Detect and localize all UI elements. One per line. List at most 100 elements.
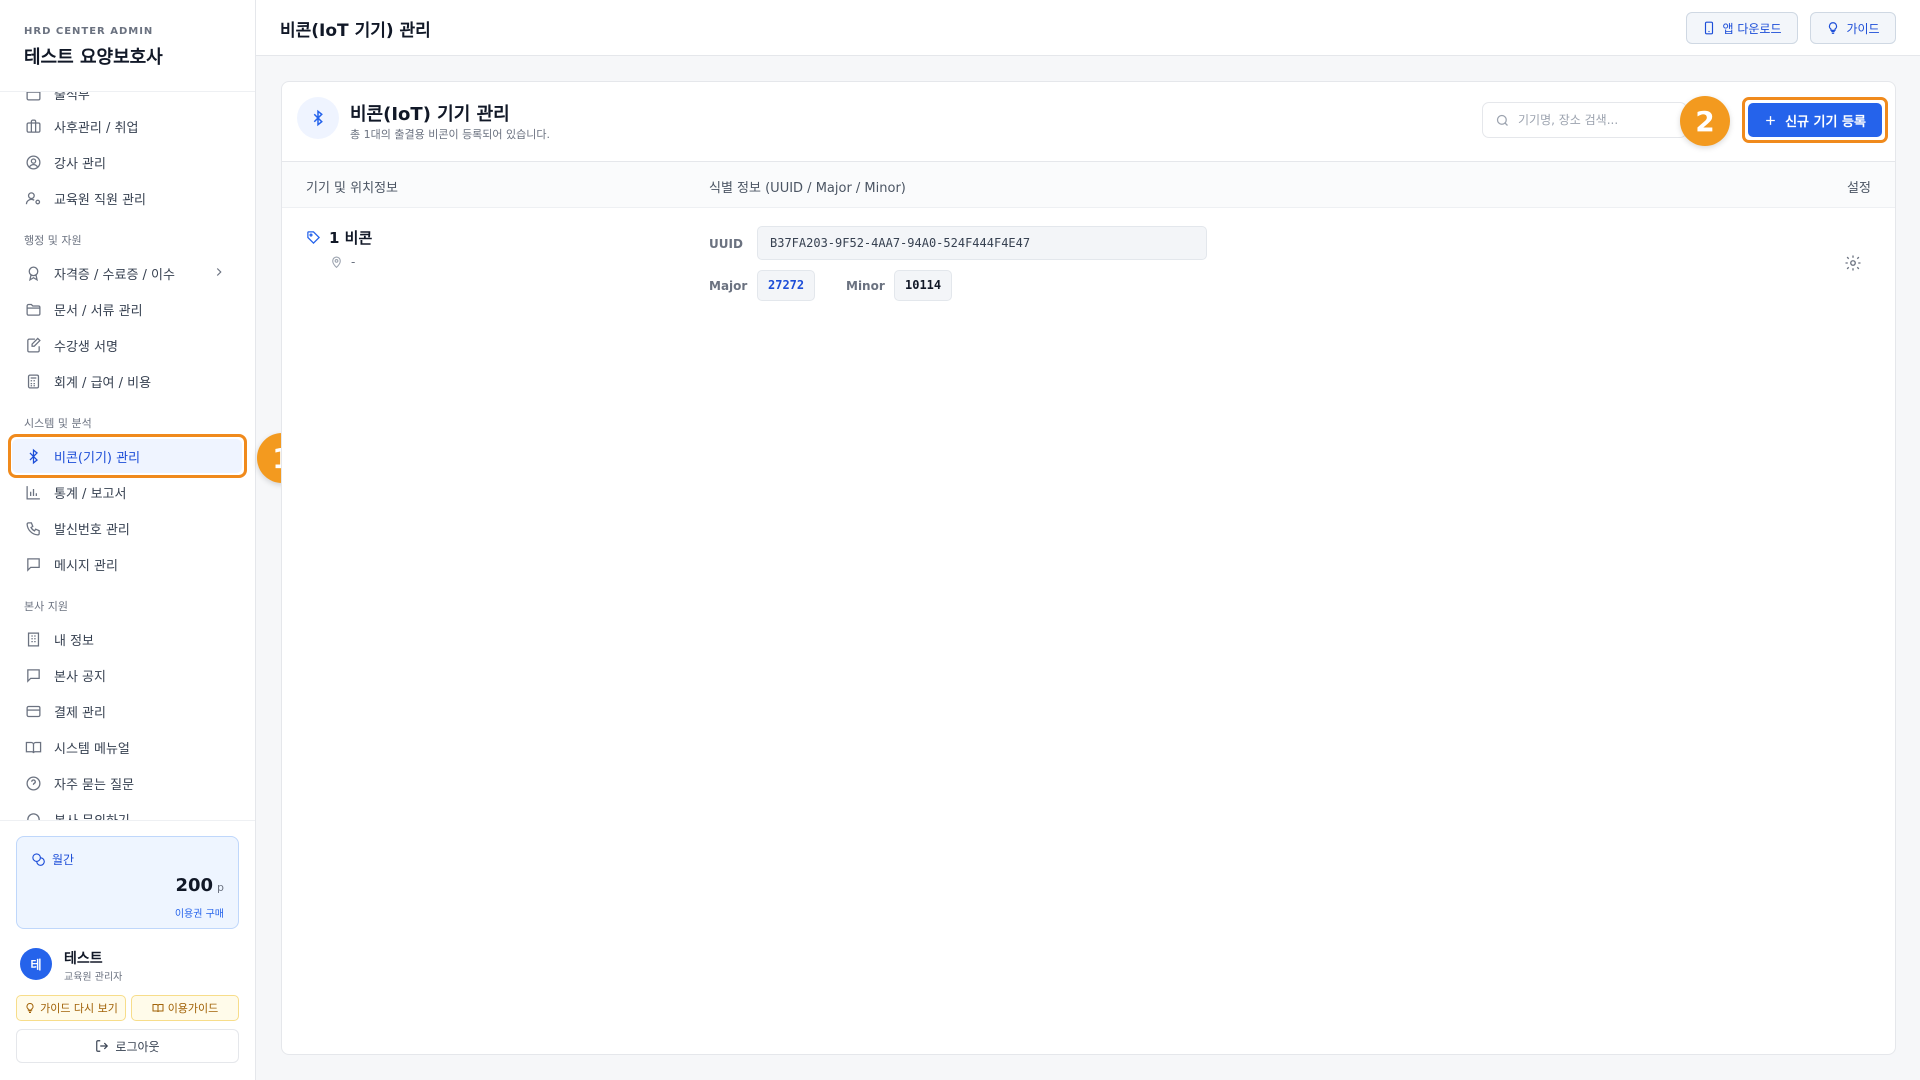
app-download-label: 앱 다운로드 bbox=[1722, 21, 1782, 36]
sidebar-item-statistics[interactable]: 통계 / 보고서 bbox=[12, 475, 242, 509]
sidebar-divider bbox=[0, 820, 255, 821]
sidebar-item-manual[interactable]: 시스템 메뉴얼 bbox=[12, 730, 242, 764]
sidebar: HRD CENTER ADMIN 테스트 요양보호사 출석부 사후관리 / 취업… bbox=[0, 0, 256, 1080]
plan-card: 월간 200 p 이용권 구매 bbox=[16, 836, 239, 929]
user-name: 테스트 bbox=[64, 951, 103, 967]
user-role: 교육원 관리자 bbox=[64, 972, 123, 983]
minor-label: Minor bbox=[846, 279, 885, 293]
logout-icon bbox=[96, 1040, 109, 1052]
user-cog-icon bbox=[24, 189, 42, 207]
beacon-card: 비콘(IoT) 기기 관리 총 1대의 출결용 비콘이 등록되어 있습니다. 신… bbox=[281, 81, 1896, 1055]
major-value: 27272 bbox=[757, 270, 816, 301]
calendar-icon bbox=[24, 92, 42, 102]
tag-icon bbox=[307, 231, 321, 245]
gear-icon[interactable] bbox=[1844, 254, 1862, 272]
major-label: Major bbox=[709, 279, 748, 293]
usage-guide-button[interactable]: 이용가이드 bbox=[131, 995, 239, 1021]
sidebar-item-staff[interactable]: 교육원 직원 관리 bbox=[12, 181, 242, 215]
buy-pass-link[interactable]: 이용권 구매 bbox=[175, 905, 224, 920]
sidebar-item-messages[interactable]: 메시지 관리 bbox=[12, 547, 242, 581]
sidebar-item-my-info[interactable]: 내 정보 bbox=[12, 622, 242, 656]
device-location-text: - bbox=[351, 255, 356, 269]
device-name: 1 비콘 bbox=[306, 227, 372, 248]
device-location: - bbox=[330, 255, 355, 269]
usage-guide-label: 이용가이드 bbox=[167, 1002, 219, 1015]
column-header-identifier: 식별 정보 (UUID / Major / Minor) bbox=[709, 181, 906, 196]
search-box bbox=[1482, 102, 1687, 138]
sidebar-item-label: 자격증 / 수료증 / 이수 bbox=[54, 267, 175, 283]
sidebar-item-label: 통계 / 보고서 bbox=[54, 486, 127, 502]
step-badge-2: 2 bbox=[1680, 96, 1730, 146]
guide-again-label: 가이드 다시 보기 bbox=[40, 1002, 118, 1015]
plan-title-text: 월간 bbox=[52, 853, 75, 867]
bluetooth-icon bbox=[297, 97, 339, 139]
sidebar-item-aftercare[interactable]: 사후관리 / 취업 bbox=[12, 109, 242, 143]
logout-label: 로그아웃 bbox=[115, 1039, 160, 1054]
sidebar-item-label: 본사 문의하기 bbox=[54, 810, 130, 821]
sidebar-item-hq-notice[interactable]: 본사 공지 bbox=[12, 658, 242, 692]
sidebar-item-faq[interactable]: 자주 묻는 질문 bbox=[12, 766, 242, 800]
avatar: 테 bbox=[20, 948, 52, 980]
guide-button[interactable]: 가이드 bbox=[1810, 12, 1896, 44]
add-device-button[interactable]: 신규 기기 등록 bbox=[1748, 103, 1882, 137]
calculator-icon bbox=[24, 372, 42, 390]
sidebar-item-attendance[interactable]: 출석부 bbox=[12, 92, 242, 110]
table-header: 기기 및 위치정보 식별 정보 (UUID / Major / Minor) 설… bbox=[282, 161, 1895, 208]
notice-icon bbox=[24, 666, 42, 684]
add-device-label: 신규 기기 등록 bbox=[1785, 114, 1866, 130]
device-name-text: 1 비콘 bbox=[329, 229, 373, 247]
section-admin-heading: 행정 및 자원 bbox=[24, 234, 82, 247]
column-header-device: 기기 및 위치정보 bbox=[306, 181, 398, 196]
smartphone-icon bbox=[1705, 21, 1714, 35]
brand-title: 테스트 요양보호사 bbox=[24, 47, 163, 68]
award-icon bbox=[24, 264, 42, 282]
card-title: 비콘(IoT) 기기 관리 bbox=[350, 104, 510, 125]
plan-points: 200 p bbox=[175, 875, 224, 896]
sidebar-item-label: 본사 공지 bbox=[54, 669, 106, 685]
sidebar-item-sender-number[interactable]: 발신번호 관리 bbox=[12, 511, 242, 545]
search-icon bbox=[1496, 114, 1508, 126]
lightbulb-icon bbox=[1829, 22, 1838, 34]
plan-title: 월간 bbox=[31, 851, 74, 868]
sidebar-item-hq-inquiry[interactable]: 본사 문의하기 bbox=[12, 802, 242, 820]
chevron-right-icon bbox=[216, 268, 222, 276]
plus-icon bbox=[1766, 115, 1775, 125]
folder-icon bbox=[24, 300, 42, 318]
bar-chart-icon bbox=[24, 483, 42, 501]
lightbulb-icon bbox=[26, 1002, 34, 1013]
sidebar-item-payment[interactable]: 결제 관리 bbox=[12, 694, 242, 728]
minor-value: 10114 bbox=[894, 270, 953, 301]
uuid-value: B37FA203-9F52-4AA7-94A0-524F444F4E47 bbox=[757, 226, 1207, 260]
sidebar-item-label: 문서 / 서류 관리 bbox=[54, 303, 143, 319]
sidebar-item-label: 시스템 메뉴얼 bbox=[54, 741, 130, 757]
section-hq-heading: 본사 지원 bbox=[24, 600, 68, 613]
headset-icon bbox=[24, 810, 42, 820]
guide-label: 가이드 bbox=[1846, 21, 1880, 36]
briefcase-icon bbox=[24, 117, 42, 135]
logout-button[interactable]: 로그아웃 bbox=[16, 1029, 239, 1063]
column-header-settings: 설정 bbox=[1847, 181, 1871, 196]
message-icon bbox=[24, 555, 42, 573]
sidebar-item-label: 발신번호 관리 bbox=[54, 522, 130, 538]
sidebar-item-label: 메시지 관리 bbox=[54, 558, 118, 574]
search-input[interactable] bbox=[1518, 113, 1668, 127]
brand-subtitle: HRD CENTER ADMIN bbox=[24, 26, 154, 37]
sidebar-item-label: 교육원 직원 관리 bbox=[54, 192, 146, 208]
sidebar-item-instructors[interactable]: 강사 관리 bbox=[12, 145, 242, 179]
sidebar-item-accounting[interactable]: 회계 / 급여 / 비용 bbox=[12, 364, 242, 398]
sidebar-item-documents[interactable]: 문서 / 서류 관리 bbox=[12, 292, 242, 326]
sidebar-item-label: 출석부 bbox=[54, 92, 90, 103]
app-download-button[interactable]: 앱 다운로드 bbox=[1686, 12, 1798, 44]
uuid-label: UUID bbox=[709, 237, 743, 251]
sidebar-item-label: 사후관리 / 취업 bbox=[54, 120, 139, 136]
signature-icon bbox=[24, 336, 42, 354]
guide-again-button[interactable]: 가이드 다시 보기 bbox=[16, 995, 126, 1021]
book-icon bbox=[24, 738, 42, 756]
sidebar-item-signature[interactable]: 수강생 서명 bbox=[12, 328, 242, 362]
credit-card-icon bbox=[24, 702, 42, 720]
user-profile: 테 테스트 교육원 관리자 bbox=[18, 946, 238, 986]
sidebar-item-certificates[interactable]: 자격증 / 수료증 / 이수 bbox=[12, 256, 242, 290]
page-title: 비콘(IoT 기기) 관리 bbox=[280, 21, 431, 41]
sidebar-item-label: 수강생 서명 bbox=[54, 339, 118, 355]
brand: HRD CENTER ADMIN 테스트 요양보호사 bbox=[0, 0, 255, 92]
